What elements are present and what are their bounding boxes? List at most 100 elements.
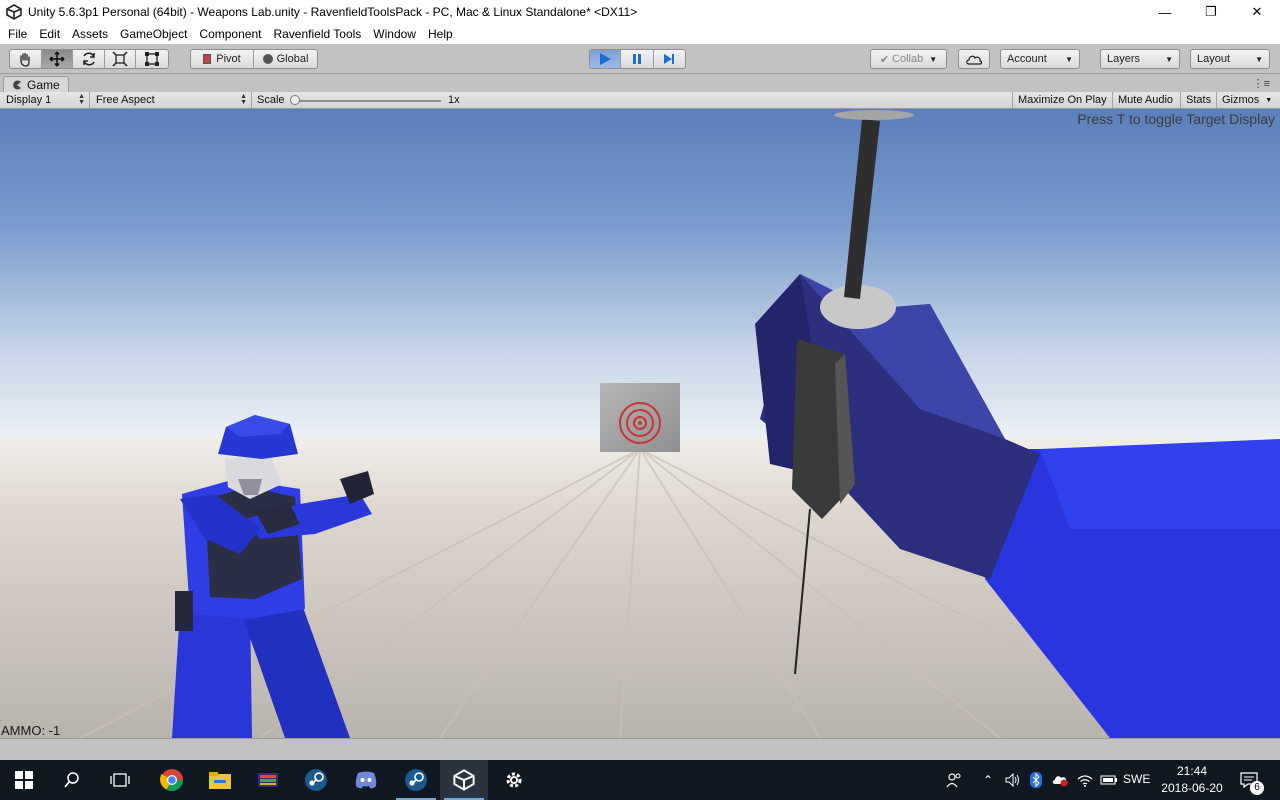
- display-dropdown[interactable]: Display 1 ▲ ▼: [0, 92, 90, 108]
- target-board: [600, 383, 680, 452]
- steam-icon[interactable]: [292, 760, 340, 800]
- dropdown-arrow-icon: ▼: [1255, 54, 1263, 64]
- volume-icon[interactable]: [1002, 760, 1024, 800]
- people-icon[interactable]: [940, 760, 968, 800]
- status-bar: [0, 738, 1280, 760]
- global-toggle[interactable]: Global: [254, 50, 317, 68]
- hand-tool-icon[interactable]: [10, 50, 42, 68]
- menu-assets[interactable]: Assets: [66, 27, 114, 41]
- main-toolbar: Pivot Global ✔ Collab ▼ Account ▼ Layers…: [0, 44, 1280, 74]
- panel-menu-icon[interactable]: ⋮≡: [1253, 77, 1270, 90]
- menu-component[interactable]: Component: [193, 27, 267, 41]
- clock-date: 2018-06-20: [1161, 781, 1223, 795]
- pause-button[interactable]: [621, 50, 654, 68]
- unity-icon[interactable]: [440, 760, 488, 800]
- layout-dropdown[interactable]: Layout ▼: [1190, 49, 1270, 69]
- global-label: Global: [276, 53, 309, 65]
- updown-arrow-icon: ▲ ▼: [78, 93, 85, 106]
- aspect-dropdown[interactable]: Free Aspect ▲ ▼: [90, 92, 252, 108]
- stats-label: Stats: [1186, 94, 1212, 106]
- check-icon: ✔: [879, 53, 890, 66]
- scale-label: Scale: [257, 94, 285, 106]
- step-button[interactable]: [654, 50, 685, 68]
- language-indicator[interactable]: SWE: [1123, 772, 1150, 786]
- wifi-icon[interactable]: [1074, 760, 1096, 800]
- battery-icon[interactable]: [1098, 760, 1120, 800]
- dropdown-arrow-icon: ▼: [1065, 54, 1073, 64]
- step-icon: [664, 54, 675, 64]
- tab-game[interactable]: Game: [3, 76, 69, 92]
- game-scene: [0, 109, 1280, 738]
- transform-tools: [9, 49, 169, 69]
- move-tool-icon[interactable]: [41, 50, 74, 68]
- game-view[interactable]: Press T to toggle Target Display AMMO: -…: [0, 109, 1280, 738]
- stats-toggle[interactable]: Stats: [1180, 92, 1216, 108]
- play-icon: [600, 53, 612, 65]
- aspect-label: Free Aspect: [96, 94, 155, 106]
- task-view-icon[interactable]: [96, 760, 144, 800]
- updown-arrow-icon: ▲ ▼: [240, 93, 247, 106]
- cloud-button[interactable]: [958, 49, 990, 69]
- scale-value: 1x: [448, 94, 460, 106]
- steam-icon[interactable]: [392, 760, 440, 800]
- menu-file[interactable]: File: [2, 27, 33, 41]
- file-explorer-icon[interactable]: [196, 760, 244, 800]
- gizmos-label: Gizmos: [1222, 94, 1260, 106]
- app-icon[interactable]: [244, 760, 292, 800]
- clock[interactable]: 21:44 2018-06-20: [1160, 763, 1224, 797]
- pivot-global-toggles: Pivot Global: [190, 49, 318, 69]
- rect-tool-icon[interactable]: [136, 50, 168, 68]
- close-icon[interactable]: ✕: [1234, 0, 1280, 24]
- tab-game-label: Game: [27, 77, 60, 92]
- menu-help[interactable]: Help: [422, 27, 459, 41]
- pause-icon: [633, 54, 642, 64]
- maximize-on-play-label: Maximize On Play: [1018, 94, 1107, 106]
- chevron-up-icon[interactable]: ⌃: [978, 760, 998, 800]
- cloud-sync-error-icon[interactable]: [1048, 760, 1072, 800]
- collab-label: Collab: [892, 53, 924, 65]
- rotate-tool-icon[interactable]: [73, 50, 105, 68]
- menu-window[interactable]: Window: [367, 27, 422, 41]
- window-title: Unity 5.6.3p1 Personal (64bit) - Weapons…: [28, 5, 638, 19]
- menu-bar: File Edit Assets GameObject Component Ra…: [0, 24, 1280, 44]
- globe-icon: [262, 54, 273, 64]
- layers-dropdown[interactable]: Layers ▼: [1100, 49, 1180, 69]
- pacman-icon: [13, 80, 21, 89]
- menu-edit[interactable]: Edit: [33, 27, 66, 41]
- layers-label: Layers: [1107, 53, 1141, 65]
- pivot-icon: [203, 54, 212, 64]
- account-dropdown[interactable]: Account ▼: [1000, 49, 1080, 69]
- settings-icon[interactable]: [490, 760, 538, 800]
- notification-count-badge: 6: [1250, 781, 1264, 795]
- dropdown-arrow-icon: ▼: [1165, 54, 1173, 64]
- mute-audio-toggle[interactable]: Mute Audio: [1112, 92, 1180, 108]
- bluetooth-icon[interactable]: [1026, 760, 1046, 800]
- windows-taskbar: ⌃ SWE 21:44 2018-06-20 6: [0, 760, 1280, 800]
- game-tab-strip: Game ⋮≡: [0, 75, 1280, 92]
- search-icon[interactable]: [48, 760, 96, 800]
- dropdown-arrow-icon: ▼: [929, 54, 938, 64]
- discord-icon[interactable]: [342, 760, 390, 800]
- mute-audio-label: Mute Audio: [1118, 94, 1174, 106]
- play-button[interactable]: [590, 50, 622, 68]
- maximize-on-play-toggle[interactable]: Maximize On Play: [1012, 92, 1112, 108]
- account-label: Account: [1007, 53, 1047, 65]
- scale-slider-track[interactable]: [295, 100, 441, 102]
- unity-logo-icon: [6, 4, 22, 20]
- windows-start-icon[interactable]: [0, 760, 48, 800]
- maximize-icon[interactable]: ❐: [1188, 0, 1234, 24]
- pivot-toggle[interactable]: Pivot: [191, 50, 255, 68]
- ammo-counter: AMMO: -1: [1, 723, 61, 738]
- play-controls: [589, 49, 686, 69]
- chrome-icon[interactable]: [148, 760, 196, 800]
- display-label: Display 1: [6, 94, 52, 106]
- menu-gameobject[interactable]: GameObject: [114, 27, 193, 41]
- scale-tool-icon[interactable]: [105, 50, 137, 68]
- minimize-icon[interactable]: —: [1142, 0, 1188, 24]
- clock-time: 21:44: [1176, 764, 1208, 778]
- menu-ravenfield-tools[interactable]: Ravenfield Tools: [267, 27, 367, 41]
- game-options-bar: Display 1 ▲ ▼ Free Aspect ▲ ▼ Scale 1x Max…: [0, 92, 1280, 109]
- gizmos-dropdown[interactable]: Gizmos ▼: [1216, 92, 1280, 108]
- collab-dropdown[interactable]: ✔ Collab ▼: [870, 49, 947, 69]
- scale-slider-thumb[interactable]: [290, 95, 300, 105]
